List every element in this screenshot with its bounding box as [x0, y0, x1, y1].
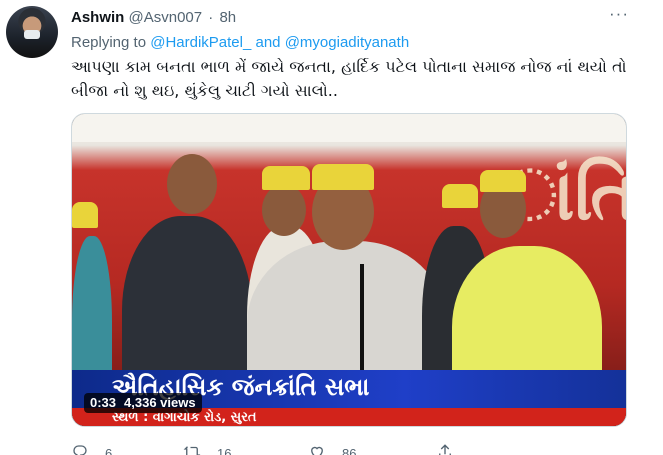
person-left-head — [167, 154, 217, 214]
separator-dot: · — [208, 9, 214, 26]
replying-to: Replying to @HardikPatel_ and @myogiadit… — [71, 34, 409, 52]
ellipsis-icon: ··· — [609, 4, 629, 23]
tweet-text: આપણા કામ બનતા ભાળ મેં જાયે જનતા, હાર્દિક… — [71, 55, 641, 103]
like-count: 86 — [342, 446, 357, 455]
reply-count: 6 — [105, 446, 113, 455]
avatar-face-mask — [24, 30, 40, 39]
action-bar: 6 16 86 — [71, 441, 631, 455]
heart-icon — [311, 446, 323, 455]
replying-and: and — [255, 34, 281, 51]
tweet[interactable]: Ashwin @Asvn007 · 8h ··· Replying to @Ha… — [0, 0, 663, 455]
reply-icon — [73, 445, 87, 455]
video-player[interactable]: ાંતિ ઐતિહાસિક જંનક્રાંતિ સભા સ્થળ : વાગા… — [71, 113, 627, 427]
retweet-count: 16 — [217, 446, 232, 455]
tweet-time[interactable]: 8h — [219, 9, 236, 26]
cap-right-1 — [442, 184, 478, 208]
avatar[interactable] — [6, 6, 58, 58]
microphone — [360, 264, 364, 374]
view-count: 4,336 views — [124, 395, 196, 410]
video-time: 0:33 — [90, 395, 117, 410]
mention-link-2[interactable]: @myogiadityanath — [285, 34, 409, 51]
cap-middle-left — [262, 166, 310, 190]
mention-link-1[interactable]: @HardikPatel_ — [150, 34, 251, 51]
author-handle[interactable]: @Asvn007 — [129, 9, 203, 26]
share-icon — [439, 444, 451, 455]
cap-edge — [72, 202, 98, 228]
video-frame: ાંતિ ઐતિહાસિક જંનક્રાંતિ સભા સ્થળ : વાગા… — [72, 114, 626, 426]
person-middle-left-head — [262, 184, 306, 236]
cap-right-2 — [480, 170, 526, 192]
tweet-header: Ashwin @Asvn007 · 8h — [71, 9, 236, 27]
speaker-cap — [312, 164, 374, 190]
tweet-text-line-1: આપણા કામ બનતા ભાળ મેં જાયે જનતા, હાર્દિક… — [71, 57, 627, 76]
author-name[interactable]: Ashwin — [71, 9, 124, 26]
retweet-icon — [183, 446, 201, 455]
stage-banner-top — [72, 114, 626, 142]
replying-prefix: Replying to — [71, 34, 147, 51]
more-options-button[interactable]: ··· — [608, 5, 630, 26]
video-time-badge: 0:33 4,336 views — [84, 393, 202, 413]
tweet-text-line-2: બીજા નો શુ થઇ, થુંકેલુ ચાટી ગયો સાલો.. — [71, 81, 338, 100]
